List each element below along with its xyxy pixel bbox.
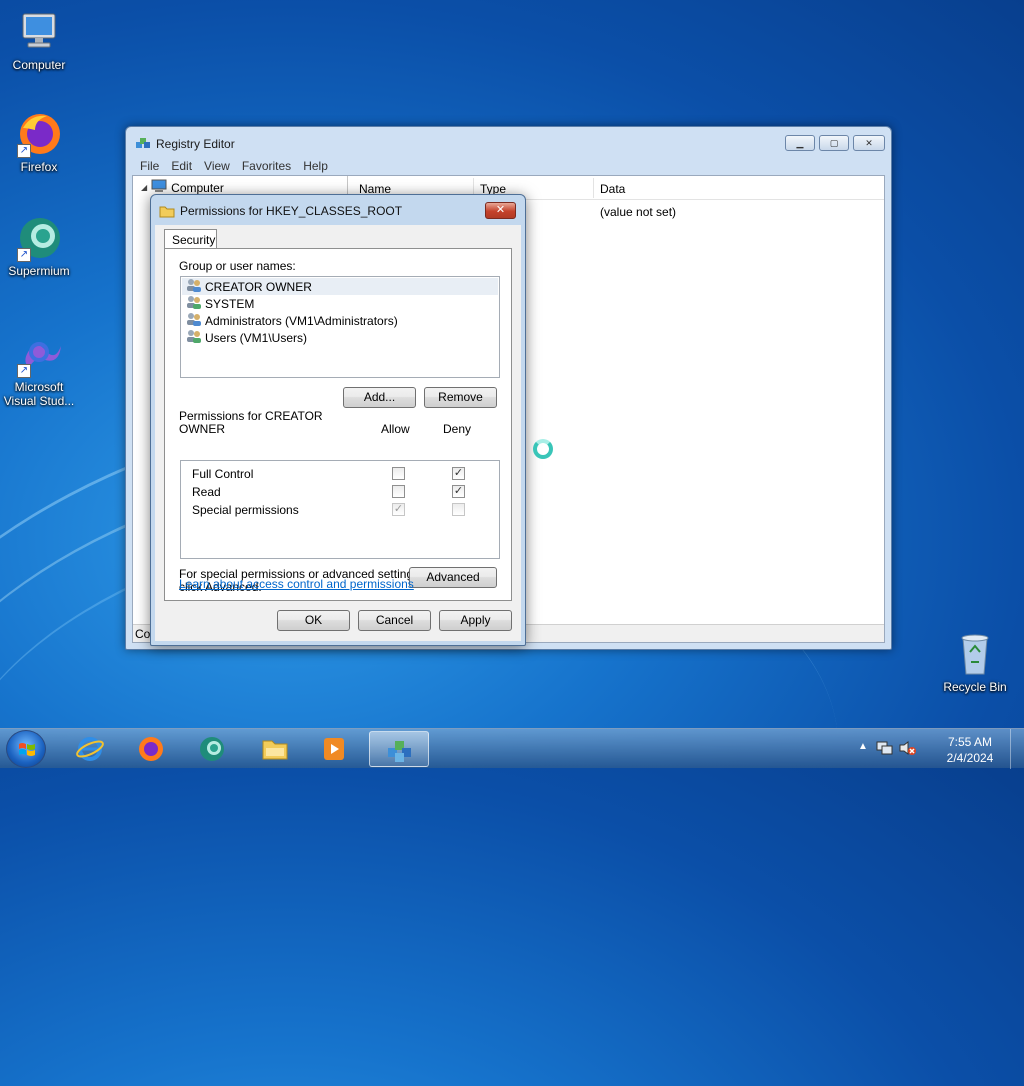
- deny-header: Deny: [443, 422, 472, 436]
- desktop-icon-supermium[interactable]: ↗ Supermium: [1, 214, 77, 278]
- permission-full-control: Full Control: [192, 467, 254, 481]
- special-allow-checkbox[interactable]: ✓: [392, 503, 405, 516]
- volume-muted-icon[interactable]: [898, 740, 916, 759]
- visual-studio-icon: ↗: [15, 330, 63, 378]
- network-icon[interactable]: [876, 740, 894, 759]
- advanced-button[interactable]: Advanced: [409, 567, 497, 588]
- allow-header: Allow: [381, 422, 410, 436]
- taskbar: ▲ 7:55 AM 2/4/2024: [0, 728, 1024, 769]
- show-hidden-icons-icon[interactable]: ▲: [858, 741, 868, 752]
- close-button[interactable]: ✕: [853, 135, 885, 151]
- shortcut-arrow-icon: ↗: [17, 364, 31, 378]
- special-deny-checkbox[interactable]: [452, 503, 465, 516]
- permission-special: Special permissions: [192, 503, 299, 517]
- full-control-deny-checkbox[interactable]: ✓: [452, 467, 465, 480]
- file-explorer-icon: [262, 740, 288, 760]
- cancel-button[interactable]: Cancel: [358, 610, 431, 631]
- taskbar-internet-explorer[interactable]: [62, 731, 118, 767]
- shortcut-arrow-icon: ↗: [17, 144, 31, 158]
- media-player-icon: [324, 738, 344, 760]
- read-allow-checkbox[interactable]: [392, 485, 405, 498]
- dialog-titlebar[interactable]: Permissions for HKEY_CLASSES_ROOT ✕: [151, 195, 525, 225]
- maximize-button[interactable]: ▢: [819, 135, 849, 151]
- computer-icon: [15, 8, 63, 56]
- permissions-for-label-line2: OWNER: [179, 422, 225, 436]
- taskbar-firefox[interactable]: [123, 731, 179, 767]
- minimize-button[interactable]: ▁: [785, 135, 815, 151]
- users-icon: [186, 329, 202, 346]
- window-title: Registry Editor: [156, 137, 235, 151]
- column-data[interactable]: Data: [600, 182, 625, 196]
- security-tab-panel: Group or user names: CREATOR OWNER SYSTE…: [164, 248, 512, 601]
- dialog-title: Permissions for HKEY_CLASSES_ROOT: [180, 204, 403, 218]
- firefox-icon: [139, 737, 163, 761]
- dialog-body: Security Group or user names: CREATOR OW…: [155, 225, 521, 641]
- desktop-icon-visual-studio[interactable]: ↗ Microsoft Visual Stud...: [1, 330, 77, 408]
- list-item[interactable]: CREATOR OWNER: [182, 278, 498, 295]
- users-icon: [186, 295, 202, 312]
- supermium-icon: [200, 737, 224, 761]
- start-button[interactable]: [6, 730, 46, 768]
- busy-cursor-icon: [533, 439, 553, 459]
- taskbar-file-explorer[interactable]: [247, 731, 303, 767]
- list-item[interactable]: Administrators (VM1\Administrators): [182, 312, 498, 329]
- registry-editor-icon: [388, 741, 411, 762]
- learn-more-link[interactable]: Learn about access control and permissio…: [179, 577, 414, 591]
- firefox-icon: ↗: [15, 110, 63, 158]
- add-button[interactable]: Add...: [343, 387, 416, 408]
- shortcut-arrow-icon: ↗: [17, 248, 31, 262]
- internet-explorer-icon: [76, 737, 104, 761]
- apply-button[interactable]: Apply: [439, 610, 512, 631]
- supermium-icon: ↗: [15, 214, 63, 262]
- desktop-icon-firefox[interactable]: ↗ Firefox: [1, 110, 77, 174]
- list-item[interactable]: Users (VM1\Users): [182, 329, 498, 346]
- taskbar-registry-editor[interactable]: [369, 731, 429, 767]
- expand-triangle-icon[interactable]: ◢: [141, 183, 147, 192]
- menu-bar: File Edit View Favorites Help: [134, 157, 334, 175]
- system-tray: ▲ 7:55 AM 2/4/2024: [854, 729, 1024, 769]
- value-data-cell[interactable]: (value not set): [600, 205, 676, 219]
- recycle-bin-icon: [951, 630, 999, 678]
- menu-help[interactable]: Help: [297, 157, 334, 175]
- menu-view[interactable]: View: [198, 157, 236, 175]
- clock-time: 7:55 AM: [947, 735, 993, 749]
- ok-button[interactable]: OK: [277, 610, 350, 631]
- menu-file[interactable]: File: [134, 157, 165, 175]
- folder-icon: [159, 203, 175, 222]
- tab-security[interactable]: Security: [164, 229, 217, 249]
- read-deny-checkbox[interactable]: ✓: [452, 485, 465, 498]
- permissions-list[interactable]: Full Control ✓ Read ✓ Special permission…: [180, 460, 500, 559]
- list-item[interactable]: SYSTEM: [182, 295, 498, 312]
- taskbar-media-player[interactable]: [306, 731, 362, 767]
- desktop-icon-recycle-bin[interactable]: Recycle Bin: [937, 630, 1013, 694]
- permissions-dialog[interactable]: Permissions for HKEY_CLASSES_ROOT ✕ Secu…: [150, 194, 526, 646]
- clock-date: 2/4/2024: [946, 751, 994, 765]
- menu-favorites[interactable]: Favorites: [236, 157, 297, 175]
- registry-editor-titlebar[interactable]: Registry Editor ▁ ▢ ✕: [126, 127, 891, 157]
- dialog-close-button[interactable]: ✕: [485, 202, 516, 219]
- taskbar-supermium[interactable]: [184, 731, 240, 767]
- permissions-for-label: Permissions for CREATOR: [179, 409, 323, 423]
- permission-read: Read: [192, 485, 221, 499]
- users-icon: [186, 312, 202, 329]
- full-control-allow-checkbox[interactable]: [392, 467, 405, 480]
- clock[interactable]: 7:55 AM 2/4/2024: [938, 734, 1002, 766]
- registry-editor-icon: [135, 135, 151, 154]
- users-list[interactable]: CREATOR OWNER SYSTEM Administrators (VM1…: [180, 276, 500, 378]
- users-icon: [186, 278, 202, 295]
- desktop-icon-computer[interactable]: Computer: [1, 8, 77, 72]
- windows-logo-icon: [19, 743, 35, 756]
- show-desktop-button[interactable]: [1010, 729, 1024, 769]
- menu-edit[interactable]: Edit: [165, 157, 198, 175]
- group-label: Group or user names:: [179, 259, 296, 273]
- remove-button[interactable]: Remove: [424, 387, 497, 408]
